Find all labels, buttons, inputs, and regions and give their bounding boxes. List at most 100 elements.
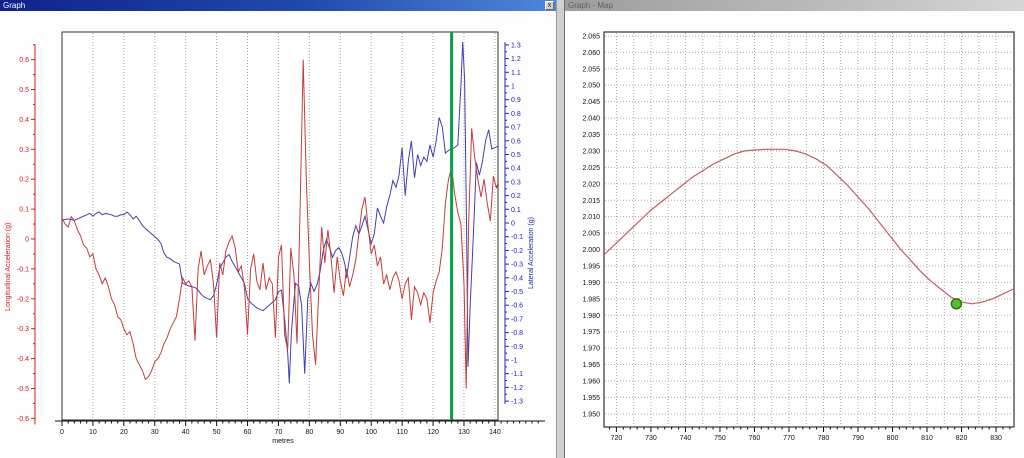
svg-text:0.2: 0.2 bbox=[511, 193, 521, 200]
longitudinal-axis-label: Longitudinal Acceleration (g) bbox=[5, 223, 12, 311]
svg-text:2.030: 2.030 bbox=[582, 148, 600, 155]
svg-text:-0.3: -0.3 bbox=[511, 262, 523, 269]
svg-text:0.7: 0.7 bbox=[511, 125, 521, 132]
map-x-axis: 720730740750760770780790800810820830 bbox=[610, 427, 1010, 442]
map-client-area: 2.065 2.060 2.055 2.050 2.045 2.040 2.035 2.030… bbox=[565, 11, 1024, 458]
svg-text:0.5: 0.5 bbox=[511, 152, 521, 159]
svg-text:720: 720 bbox=[611, 435, 623, 442]
svg-text:-0.9: -0.9 bbox=[511, 344, 523, 351]
svg-text:0: 0 bbox=[511, 221, 515, 228]
svg-text:-0.4: -0.4 bbox=[511, 275, 523, 282]
svg-text:0.2: 0.2 bbox=[19, 177, 29, 184]
svg-text:2.010: 2.010 bbox=[582, 214, 600, 221]
svg-text:830: 830 bbox=[990, 435, 1002, 442]
svg-text:1.950: 1.950 bbox=[582, 411, 600, 418]
svg-text:1.3: 1.3 bbox=[511, 42, 521, 49]
svg-text:-0.2: -0.2 bbox=[17, 296, 29, 303]
svg-text:2.025: 2.025 bbox=[582, 165, 600, 172]
svg-text:100: 100 bbox=[365, 429, 377, 436]
acceleration-chart: 0.6 0.5 0.4 0.3 0.2 0.1 0 -0.1 -0.2 -0.3 -0.4 -0.5 -… bbox=[0, 11, 557, 458]
svg-text:0: 0 bbox=[25, 237, 29, 244]
svg-text:2.040: 2.040 bbox=[582, 116, 600, 123]
svg-text:-0.8: -0.8 bbox=[511, 330, 523, 337]
position-marker[interactable] bbox=[951, 299, 961, 309]
map-chart: 2.065 2.060 2.055 2.050 2.045 2.040 2.035 2.030… bbox=[565, 11, 1024, 458]
svg-text:2.045: 2.045 bbox=[582, 99, 600, 106]
svg-text:-1.1: -1.1 bbox=[511, 371, 523, 378]
svg-text:140: 140 bbox=[489, 429, 501, 436]
svg-text:120: 120 bbox=[427, 429, 439, 436]
svg-text:740: 740 bbox=[680, 435, 692, 442]
svg-text:-0.6: -0.6 bbox=[511, 303, 523, 310]
svg-text:780: 780 bbox=[818, 435, 830, 442]
svg-text:1: 1 bbox=[511, 84, 515, 91]
svg-text:760: 760 bbox=[749, 435, 761, 442]
svg-text:0.1: 0.1 bbox=[511, 207, 521, 214]
svg-text:770: 770 bbox=[783, 435, 795, 442]
svg-text:-0.4: -0.4 bbox=[17, 356, 29, 363]
svg-text:60: 60 bbox=[244, 429, 252, 436]
svg-text:2.005: 2.005 bbox=[582, 231, 600, 238]
svg-text:1.975: 1.975 bbox=[582, 329, 600, 336]
svg-text:2.065: 2.065 bbox=[582, 33, 600, 40]
lateral-axis-label: Lateral Acceleration (g) bbox=[528, 217, 535, 289]
svg-text:810: 810 bbox=[921, 435, 933, 442]
svg-text:2.035: 2.035 bbox=[582, 132, 600, 139]
svg-text:800: 800 bbox=[887, 435, 899, 442]
svg-text:0.3: 0.3 bbox=[511, 179, 521, 186]
svg-text:-0.1: -0.1 bbox=[511, 234, 523, 241]
svg-text:50: 50 bbox=[213, 429, 221, 436]
svg-text:10: 10 bbox=[89, 429, 97, 436]
svg-text:130: 130 bbox=[458, 429, 470, 436]
svg-text:0.1: 0.1 bbox=[19, 207, 29, 214]
svg-text:70: 70 bbox=[275, 429, 283, 436]
svg-text:0.5: 0.5 bbox=[19, 87, 29, 94]
graph-window-titlebar[interactable]: Graph x bbox=[0, 0, 556, 11]
svg-text:-0.7: -0.7 bbox=[511, 316, 523, 323]
svg-text:-1: -1 bbox=[511, 358, 517, 365]
svg-text:820: 820 bbox=[956, 435, 968, 442]
metres-axis-label: metres bbox=[272, 438, 294, 445]
graph-window-title: Graph bbox=[3, 0, 25, 11]
svg-text:-0.5: -0.5 bbox=[511, 289, 523, 296]
svg-text:30: 30 bbox=[151, 429, 159, 436]
close-icon[interactable]: x bbox=[545, 1, 554, 10]
svg-text:2.000: 2.000 bbox=[582, 247, 600, 254]
svg-text:-0.2: -0.2 bbox=[511, 248, 523, 255]
svg-text:-1.3: -1.3 bbox=[511, 399, 523, 406]
metres-axis: 0102030405060708090100110120130140metres bbox=[55, 421, 545, 445]
svg-text:-1.2: -1.2 bbox=[511, 385, 523, 392]
svg-text:2.055: 2.055 bbox=[582, 66, 600, 73]
graph-window: Graph x 0.6 0.5 0.4 0.3 0.2 0.1 0 -0.1 -0.2 -0.3 -… bbox=[0, 0, 557, 458]
svg-text:1.970: 1.970 bbox=[582, 346, 600, 353]
svg-text:0.8: 0.8 bbox=[511, 111, 521, 118]
svg-text:0.9: 0.9 bbox=[511, 97, 521, 104]
svg-text:0.6: 0.6 bbox=[19, 57, 29, 64]
svg-text:1.1: 1.1 bbox=[511, 70, 521, 77]
svg-text:2.050: 2.050 bbox=[582, 83, 600, 90]
svg-text:1.955: 1.955 bbox=[582, 395, 600, 402]
svg-text:0.4: 0.4 bbox=[511, 166, 521, 173]
svg-text:2.060: 2.060 bbox=[582, 50, 600, 57]
svg-text:0: 0 bbox=[60, 429, 64, 436]
svg-text:0.4: 0.4 bbox=[19, 117, 29, 124]
svg-text:1.965: 1.965 bbox=[582, 362, 600, 369]
svg-text:-0.3: -0.3 bbox=[17, 326, 29, 333]
svg-text:2.015: 2.015 bbox=[582, 198, 600, 205]
svg-text:1.985: 1.985 bbox=[582, 296, 600, 303]
svg-text:-0.6: -0.6 bbox=[17, 416, 29, 423]
svg-text:1.2: 1.2 bbox=[511, 56, 521, 63]
svg-text:0.3: 0.3 bbox=[19, 147, 29, 154]
svg-text:0.6: 0.6 bbox=[511, 138, 521, 145]
graph-client-area: 0.6 0.5 0.4 0.3 0.2 0.1 0 -0.1 -0.2 -0.3 -0.4 -0.5 -… bbox=[0, 11, 556, 458]
map-window-title: Graph - Map bbox=[568, 0, 613, 11]
svg-text:2.020: 2.020 bbox=[582, 181, 600, 188]
svg-text:40: 40 bbox=[182, 429, 190, 436]
map-window-titlebar[interactable]: Graph - Map bbox=[565, 0, 1024, 11]
svg-text:80: 80 bbox=[305, 429, 313, 436]
lateral-axis: 1.3 1.2 1.1 1 0.9 0.8 0.7 0.6 0.5 0.4 0.3 0.2 0.1 0 -0… bbox=[505, 42, 535, 405]
svg-text:1.960: 1.960 bbox=[582, 378, 600, 385]
svg-text:-0.5: -0.5 bbox=[17, 386, 29, 393]
svg-text:750: 750 bbox=[714, 435, 726, 442]
svg-text:90: 90 bbox=[336, 429, 344, 436]
